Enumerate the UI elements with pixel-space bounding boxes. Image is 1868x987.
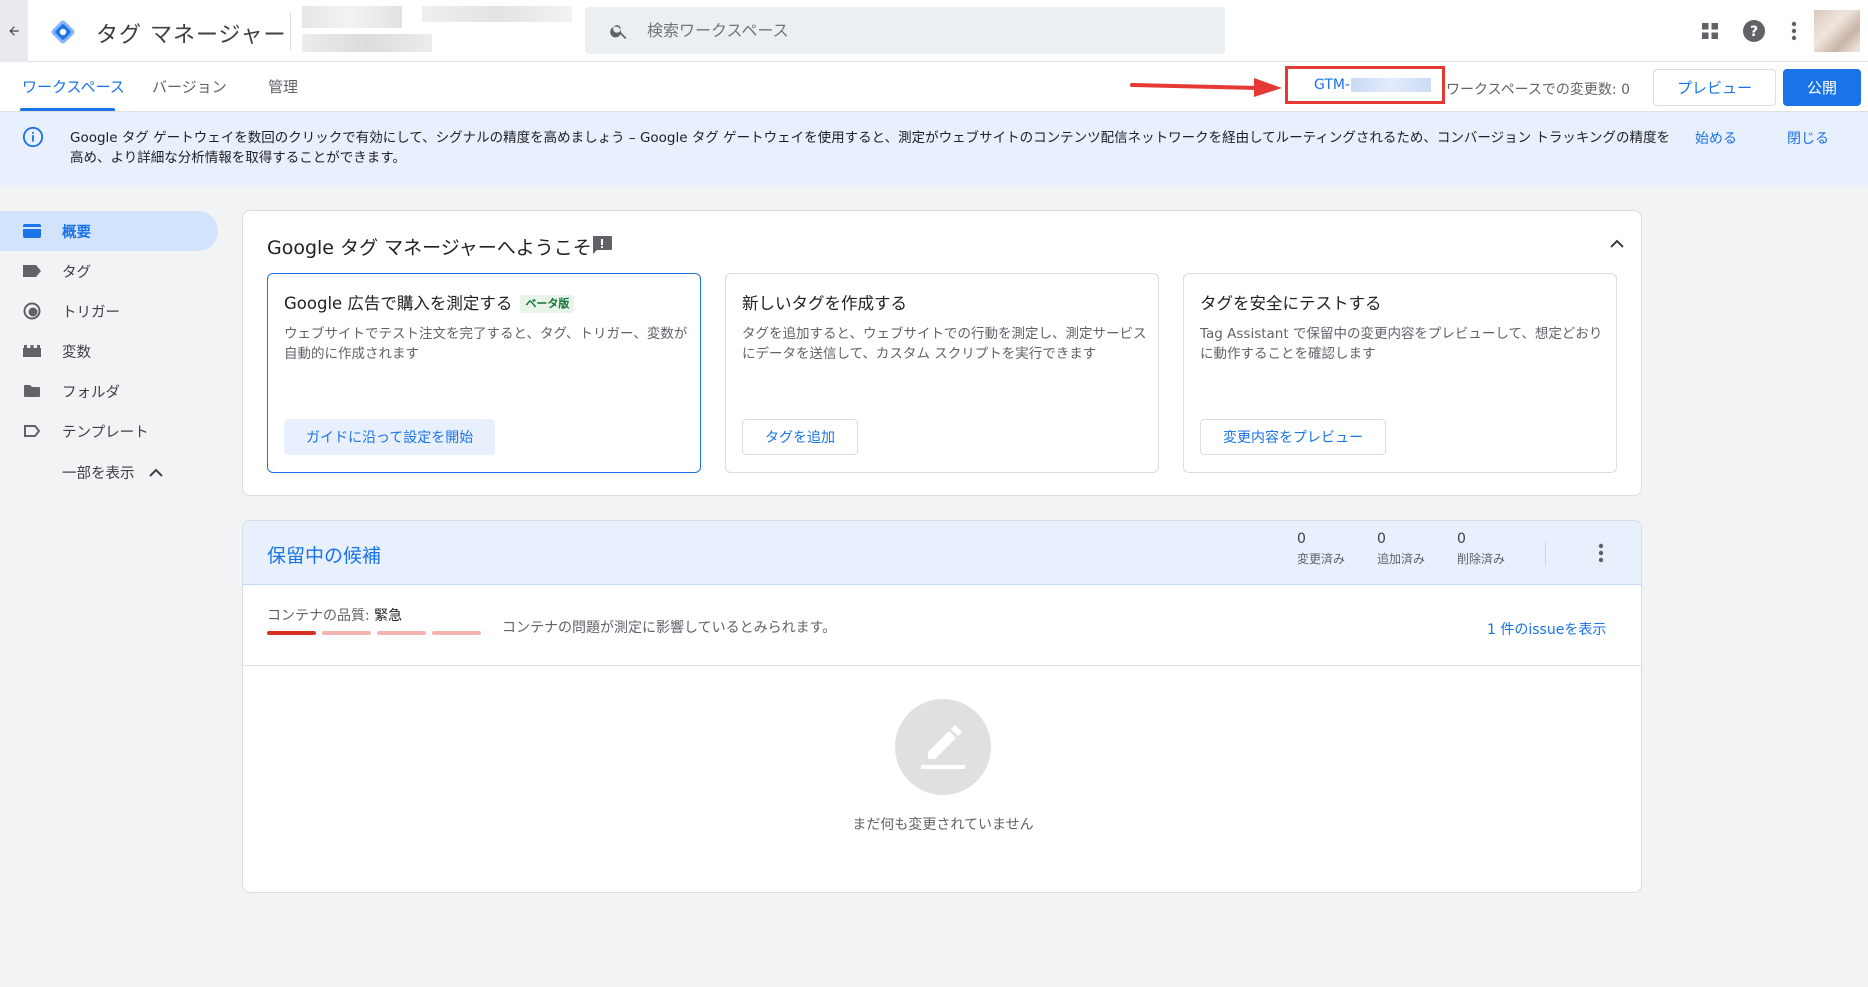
top-app-bar: タグ マネージャー ? — [0, 0, 1868, 62]
card-description: ウェブサイトでテスト注文を完了すると、タグ、トリガー、変数が自動的に作成されます — [284, 326, 688, 362]
stat-label: 変更済み — [1297, 552, 1346, 566]
account-avatar[interactable] — [1814, 10, 1860, 52]
sidebar-item-label: フォルダ — [62, 384, 120, 401]
help-button[interactable]: ? — [1742, 19, 1766, 43]
stat-modified: 0 変更済み — [1297, 531, 1345, 567]
tag-manager-logo-icon — [51, 20, 75, 44]
pending-changes-card: 保留中の候補 0 変更済み 0 追加済み 0 削除済み コンテナの品質: 緊急 … — [242, 520, 1642, 893]
container-id-highlight[interactable]: GTM- — [1285, 66, 1445, 104]
empty-state-text: まだ何も変更されていません — [852, 817, 1034, 833]
header-divider — [290, 12, 291, 50]
stats-divider — [1545, 541, 1546, 565]
variables-icon — [22, 342, 42, 360]
tag-icon — [22, 262, 42, 280]
quality-meter-segment — [377, 631, 426, 635]
app-title: タグ マネージャー — [96, 23, 287, 48]
container-quality-row: コンテナの品質: 緊急 コンテナの問題が測定に影響しているとみられます。 1 件… — [243, 585, 1641, 666]
stat-label: 追加済み — [1377, 552, 1426, 566]
card-measure-purchases: Google 広告で購入を測定する ベータ版 ウェブサイトでテスト注文を完了すると… — [267, 273, 701, 473]
banner-message: Google タグ ゲートウェイを数回のクリックで有効にして、シグナルの精度を高… — [70, 130, 1670, 166]
sidebar-item-folders[interactable]: フォルダ — [0, 371, 218, 411]
card-title: タグを安全にテストする — [1200, 294, 1382, 313]
container-id: GTM- — [1314, 77, 1351, 93]
stat-label: 削除済み — [1457, 552, 1506, 566]
tag-gateway-banner: Google タグ ゲートウェイを数回のクリックで有効にして、シグナルの精度を高… — [0, 112, 1868, 186]
quality-label: コンテナの品質: 緊急 — [267, 608, 403, 624]
welcome-card: Google タグ マネージャーへようこそ Google 広告で購入を測定するベ… — [242, 210, 1642, 496]
more-options-button[interactable] — [1782, 19, 1806, 43]
view-issues-link[interactable]: 1 件のissueを表示 — [1487, 619, 1606, 639]
container-id-redacted — [1351, 78, 1432, 92]
apps-button[interactable] — [1698, 19, 1722, 43]
sidebar-item-tags[interactable]: タグ — [0, 251, 218, 291]
card-title: 新しいタグを作成する — [742, 294, 907, 313]
info-icon — [22, 126, 44, 148]
quality-meter-segment — [267, 631, 316, 635]
active-tab-indicator — [20, 108, 115, 111]
pending-title: 保留中の候補 — [267, 545, 382, 567]
pending-header: 保留中の候補 0 変更済み 0 追加済み 0 削除済み — [243, 521, 1641, 585]
back-button[interactable] — [0, 0, 28, 62]
feedback-icon[interactable] — [591, 235, 613, 255]
sidebar-item-triggers[interactable]: トリガー — [0, 291, 218, 331]
card-title: Google 広告で購入を測定する ベータ版 — [284, 290, 575, 314]
card-test-tags: タグを安全にテストする Tag Assistant で保留中の変更内容をプレビュ… — [1183, 273, 1617, 473]
chevron-up-icon[interactable] — [148, 466, 164, 478]
template-icon — [22, 422, 42, 440]
sidebar-item-label: テンプレート — [62, 424, 149, 441]
annotation-arrow-icon — [1130, 78, 1282, 97]
trigger-icon — [22, 302, 42, 320]
sidebar-item-overview[interactable]: 概要 — [0, 211, 218, 251]
svg-text:?: ? — [1750, 24, 1758, 40]
preview-button[interactable]: プレビュー — [1653, 69, 1776, 106]
stat-deleted: 0 削除済み — [1457, 531, 1505, 567]
sidebar-item-label: 概要 — [62, 224, 91, 241]
apps-grid-icon — [1702, 23, 1718, 39]
stat-value: 0 — [1297, 531, 1306, 547]
tab-versions[interactable]: バージョン — [152, 62, 227, 112]
card-description: タグを追加すると、ウェブサイトでの行動を測定し、測定サービスにデータを送信して、… — [742, 326, 1147, 362]
stat-added: 0 追加済み — [1377, 531, 1425, 567]
publish-button[interactable]: 公開 — [1783, 69, 1861, 106]
banner-close-link[interactable]: 閉じる — [1787, 128, 1829, 148]
workspace-changes-count: ワークスペースでの変更数: 0 — [1446, 82, 1630, 98]
show-less-toggle[interactable]: 一部を表示 — [62, 462, 135, 483]
sidebar-item-label: 変数 — [62, 344, 91, 361]
add-tag-button[interactable]: タグを追加 — [742, 419, 858, 455]
tab-admin[interactable]: 管理 — [268, 62, 298, 112]
more-vert-icon[interactable] — [1597, 541, 1605, 565]
quality-meter-segment — [432, 631, 481, 635]
sidebar-item-label: トリガー — [62, 304, 120, 321]
workspace-search[interactable] — [585, 7, 1225, 54]
beta-badge: ベータ版 — [520, 295, 575, 313]
search-icon — [610, 25, 627, 39]
card-description: Tag Assistant で保留中の変更内容をプレビューして、想定どおりに動作… — [1200, 326, 1603, 362]
stat-value: 0 — [1377, 531, 1386, 547]
banner-start-link[interactable]: 始める — [1695, 128, 1737, 148]
arrow-back-icon — [9, 26, 19, 36]
sidebar-item-templates[interactable]: テンプレート — [0, 411, 218, 451]
empty-state-edit-icon — [895, 699, 991, 795]
quality-meter — [267, 631, 481, 635]
account-container-switcher[interactable] — [302, 6, 572, 52]
sidebar-item-variables[interactable]: 変数 — [0, 331, 218, 371]
overview-icon — [22, 222, 42, 240]
chevron-up-icon[interactable] — [1609, 237, 1625, 249]
tab-workspace[interactable]: ワークスペース — [22, 62, 125, 112]
quality-message: コンテナの問題が測定に影響しているとみられます。 — [502, 620, 837, 636]
stat-value: 0 — [1457, 531, 1466, 547]
sidebar-item-label: タグ — [62, 264, 91, 281]
quality-meter-segment — [322, 631, 371, 635]
help-icon: ? — [1743, 20, 1765, 42]
guided-setup-button[interactable]: ガイドに沿って設定を開始 — [284, 419, 496, 455]
more-vert-icon — [1791, 21, 1797, 41]
search-input[interactable] — [647, 7, 1207, 54]
welcome-title: Google タグ マネージャーへようこそ — [267, 237, 592, 259]
quality-value: 緊急 — [374, 608, 403, 624]
preview-changes-button[interactable]: 変更内容をプレビュー — [1200, 419, 1386, 455]
card-create-tag: 新しいタグを作成する タグを追加すると、ウェブサイトでの行動を測定し、測定サービ… — [725, 273, 1159, 473]
folder-icon — [22, 382, 42, 400]
